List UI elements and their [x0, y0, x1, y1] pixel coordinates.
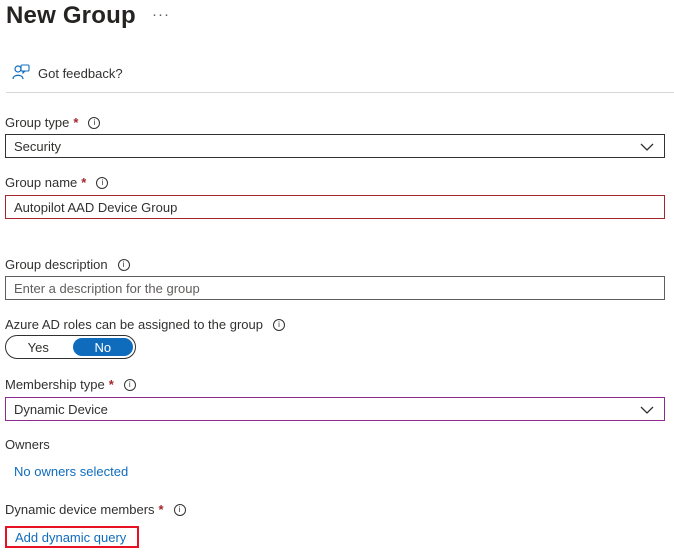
info-icon[interactable]: i [117, 258, 130, 271]
chevron-down-icon [640, 140, 654, 155]
group-type-select[interactable]: Security [5, 134, 665, 158]
azure-roles-label: Azure AD roles can be assigned to the gr… [5, 317, 285, 332]
info-icon[interactable]: i [88, 116, 101, 129]
feedback-label: Got feedback? [38, 66, 123, 81]
owners-label: Owners [5, 437, 50, 452]
feedback-icon [12, 64, 30, 83]
add-dynamic-query-link[interactable]: Add dynamic query [15, 530, 126, 545]
group-name-input[interactable]: Autopilot AAD Device Group [5, 195, 665, 219]
group-description-input[interactable]: Enter a description for the group [5, 276, 665, 300]
required-marker: * [158, 502, 164, 517]
membership-type-value: Dynamic Device [14, 401, 108, 417]
group-description-label: Group description i [5, 257, 130, 272]
info-icon[interactable]: i [273, 318, 285, 331]
group-name-value: Autopilot AAD Device Group [14, 199, 178, 215]
chevron-down-icon [640, 403, 654, 418]
info-icon[interactable]: i [173, 503, 186, 516]
divider [6, 92, 674, 93]
more-options-button[interactable]: ··· [152, 6, 170, 23]
group-description-placeholder: Enter a description for the group [14, 280, 200, 296]
azure-roles-toggle[interactable]: Yes No [5, 335, 136, 359]
required-marker: * [108, 377, 114, 392]
group-type-value: Security [14, 138, 61, 154]
required-marker: * [81, 175, 87, 190]
page-title: New Group [6, 2, 136, 29]
add-dynamic-query-highlight[interactable]: Add dynamic query [5, 526, 139, 548]
no-owners-selected-link[interactable]: No owners selected [14, 464, 128, 479]
membership-type-select[interactable]: Dynamic Device [5, 397, 665, 421]
toggle-option-yes[interactable]: Yes [8, 338, 69, 356]
required-marker: * [73, 115, 79, 130]
group-name-label: Group name * i [5, 175, 109, 190]
info-icon[interactable]: i [123, 378, 136, 391]
info-icon[interactable]: i [96, 176, 109, 189]
dynamic-members-label: Dynamic device members * i [5, 502, 186, 517]
membership-type-label: Membership type * i [5, 377, 136, 392]
group-type-label: Group type * i [5, 115, 101, 130]
toggle-option-no[interactable]: No [72, 338, 133, 356]
feedback-link[interactable]: Got feedback? [12, 64, 123, 83]
